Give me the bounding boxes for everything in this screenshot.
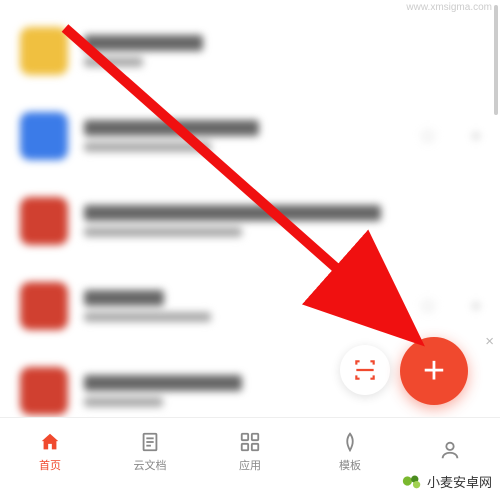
list-item[interactable] (0, 8, 500, 93)
star-icon[interactable]: ☆ (418, 293, 438, 319)
more-icon[interactable] (472, 132, 480, 140)
nav-templates[interactable]: 模板 (300, 418, 400, 485)
nav-label: 模板 (339, 457, 361, 473)
scan-button[interactable] (340, 345, 390, 395)
more-icon[interactable] (472, 302, 480, 310)
nav-label: 应用 (239, 457, 261, 473)
list-item[interactable] (0, 178, 500, 263)
file-icon (20, 367, 68, 415)
home-icon (38, 430, 62, 454)
list-item[interactable]: ☆ (0, 263, 500, 348)
list-item[interactable]: ☆ (0, 93, 500, 178)
close-icon[interactable]: × (485, 333, 494, 350)
file-icon (20, 112, 68, 160)
nav-label: 云文档 (134, 457, 167, 473)
nav-cloud-docs[interactable]: 云文档 (100, 418, 200, 485)
plus-icon: + (423, 352, 445, 390)
add-button[interactable]: + (400, 337, 468, 405)
profile-icon (438, 438, 462, 462)
nav-home[interactable]: 首页 (0, 418, 100, 485)
star-icon[interactable]: ☆ (418, 123, 438, 149)
watermark: 小麦安卓网 (401, 470, 492, 492)
template-icon (338, 430, 362, 454)
scan-icon (352, 357, 378, 383)
nav-apps[interactable]: 应用 (200, 418, 300, 485)
file-icon (20, 197, 68, 245)
file-icon (20, 27, 68, 75)
watermark-logo (401, 470, 423, 492)
apps-icon (238, 430, 262, 454)
watermark-text: 小麦安卓网 (427, 472, 492, 491)
nav-label: 首页 (39, 457, 61, 473)
doc-icon (138, 430, 162, 454)
file-icon (20, 282, 68, 330)
